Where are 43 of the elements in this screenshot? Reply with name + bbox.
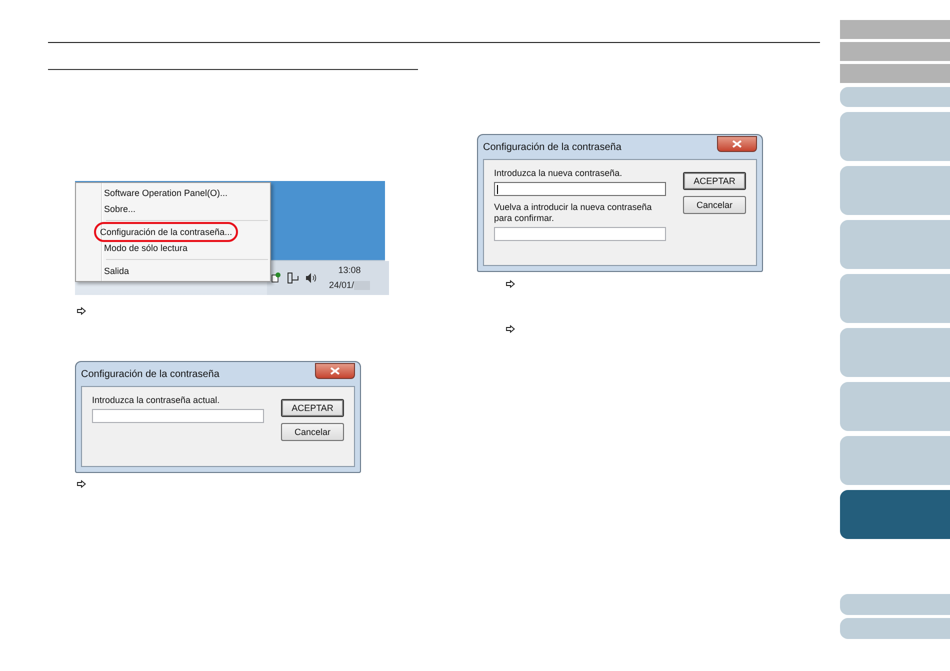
sidebar-tab[interactable] xyxy=(840,42,950,61)
cancel-button[interactable]: Cancelar xyxy=(281,423,344,441)
close-button[interactable] xyxy=(717,136,757,152)
menu-item[interactable]: Modo de sólo lectura xyxy=(99,239,193,257)
password-field[interactable] xyxy=(92,409,264,423)
cancel-button[interactable]: Cancelar xyxy=(683,196,746,214)
arrow-icon xyxy=(506,280,515,288)
sidebar-tab[interactable] xyxy=(840,490,950,539)
dialog-title: Configuración de la contraseña xyxy=(81,368,220,380)
sidebar-tab[interactable] xyxy=(840,382,950,431)
menu-item[interactable]: Sobre... xyxy=(99,200,141,218)
accept-button[interactable]: ACEPTAR xyxy=(683,172,746,190)
menu-item[interactable]: Software Operation Panel(O)... xyxy=(99,184,233,202)
sidebar-tab[interactable] xyxy=(840,20,950,39)
sidebar-tab[interactable] xyxy=(840,64,950,83)
password-field[interactable] xyxy=(494,182,666,196)
field-label: Vuelva a introducir la nueva contraseña para confirmar. xyxy=(494,202,653,224)
accept-button[interactable]: ACEPTAR xyxy=(281,399,344,417)
sidebar-tab[interactable] xyxy=(840,87,950,107)
password-field[interactable] xyxy=(494,227,666,241)
sidebar-tab[interactable] xyxy=(840,112,950,161)
arrow-icon xyxy=(77,480,86,488)
clock-date: 24/01/ xyxy=(329,279,354,292)
network-icon xyxy=(287,272,299,284)
close-icon xyxy=(330,366,340,374)
menu-item[interactable]: Salida xyxy=(99,262,134,280)
close-icon xyxy=(732,140,742,148)
close-button[interactable] xyxy=(315,362,355,378)
sidebar-tab[interactable] xyxy=(840,328,950,377)
clock-time: 13:08 xyxy=(338,264,361,277)
sidebar-tab[interactable] xyxy=(840,220,950,269)
sidebar-tab[interactable] xyxy=(840,594,950,615)
sidebar-tab[interactable] xyxy=(840,274,950,323)
arrow-icon xyxy=(506,325,515,333)
sidebar-tab[interactable] xyxy=(840,436,950,485)
arrow-icon xyxy=(77,307,86,315)
sidebar-tab[interactable] xyxy=(840,618,950,639)
field-label: Introduzca la contraseña actual. xyxy=(92,395,221,406)
menu-item[interactable]: Configuración de la contraseña... xyxy=(94,222,238,242)
dialog-title: Configuración de la contraseña xyxy=(483,142,622,152)
sidebar-tab[interactable] xyxy=(840,166,950,215)
field-label: Introduzca la nueva contraseña. xyxy=(494,168,624,179)
speaker-icon xyxy=(305,272,317,284)
